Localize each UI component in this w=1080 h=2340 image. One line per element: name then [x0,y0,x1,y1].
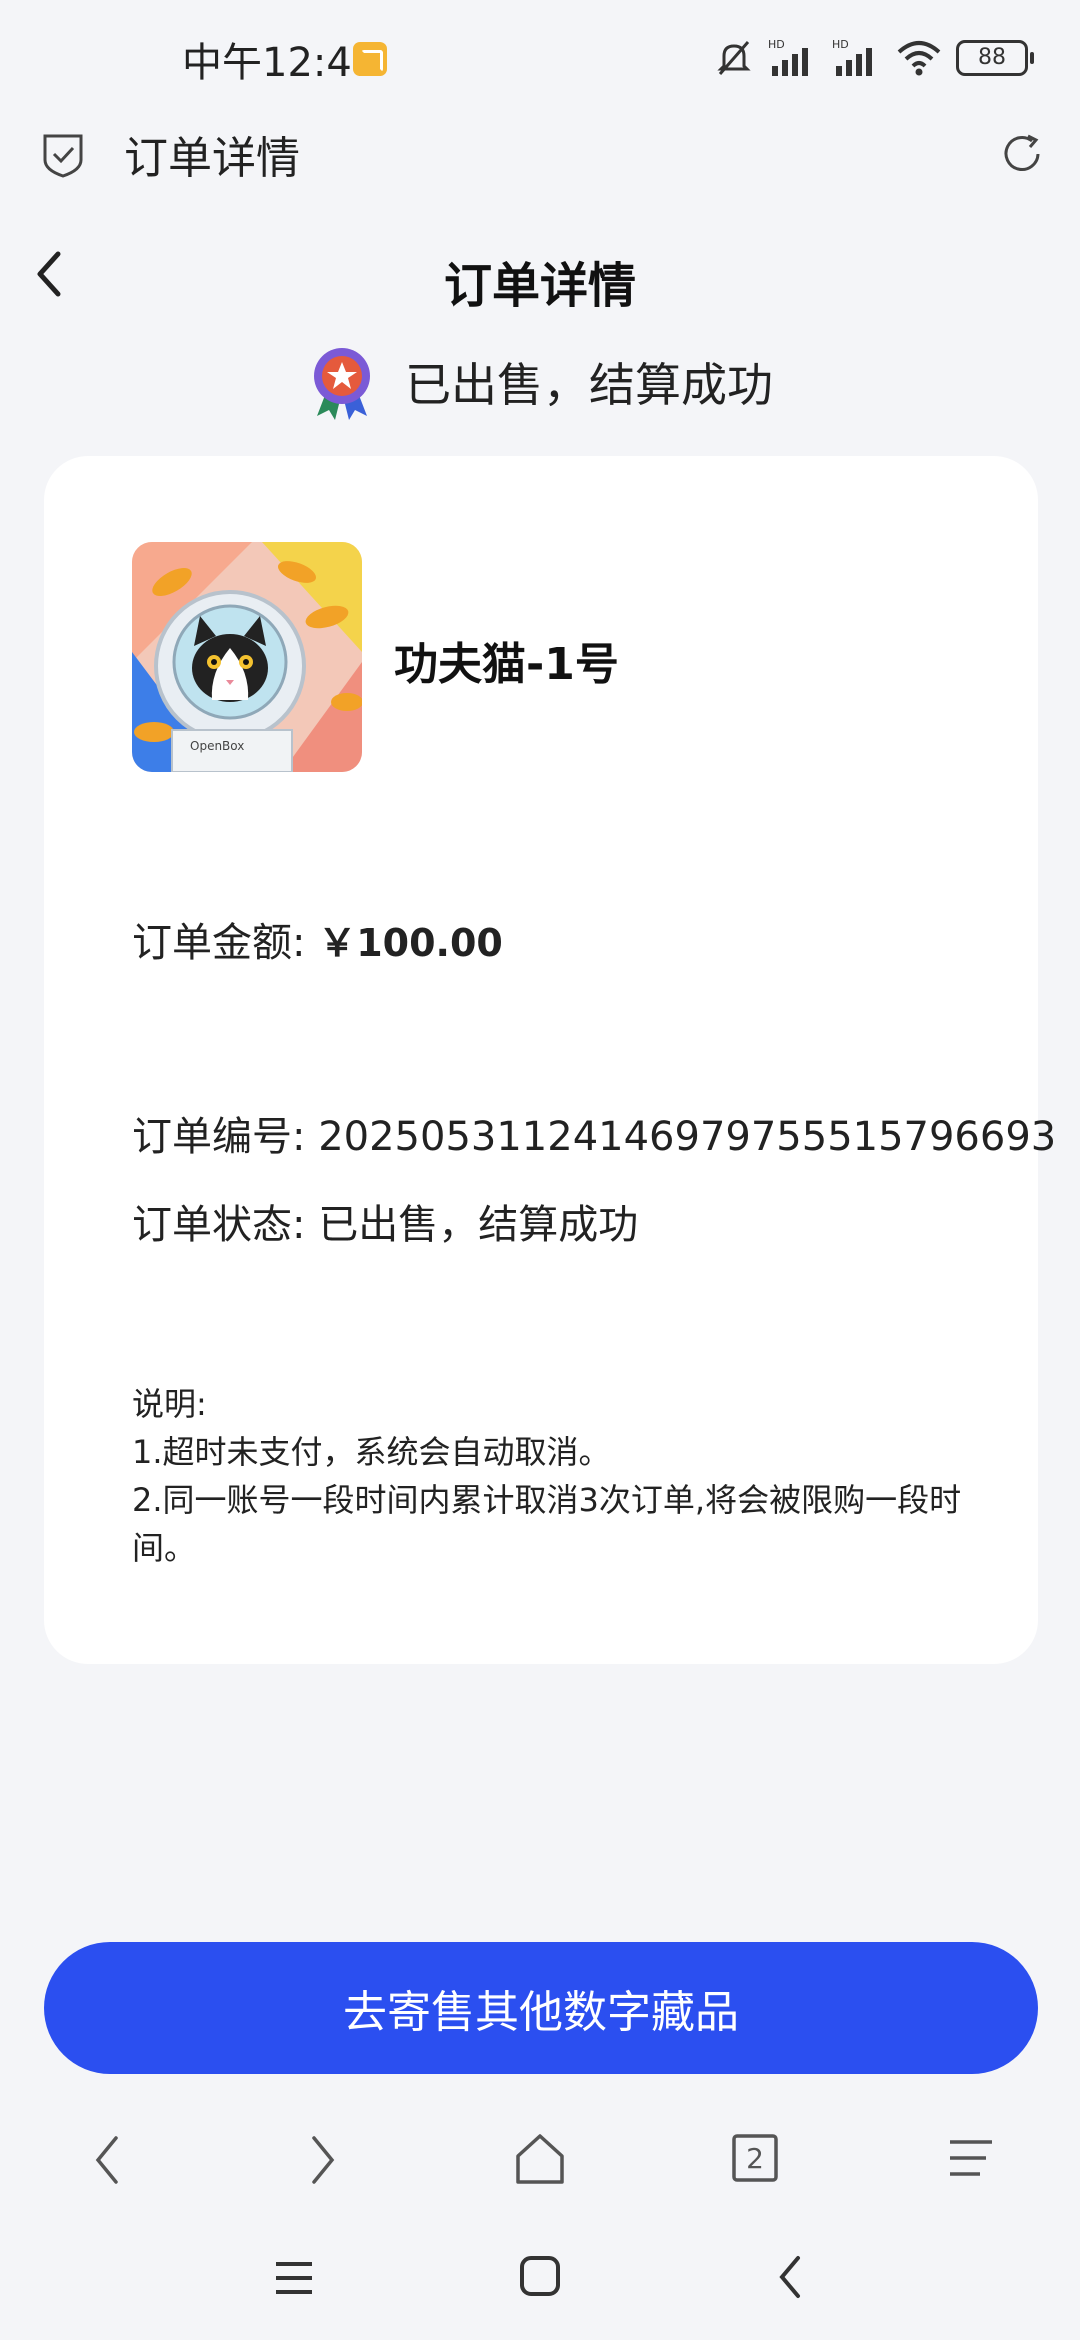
signal-icon-2: HD [832,38,872,76]
order-status-value: 已出售，结算成功 [318,1202,639,1248]
system-nav-bar [0,2230,1080,2330]
notes-title: 说明: [132,1385,207,1423]
system-home-icon[interactable] [518,2254,562,2298]
page-title: 订单详情 [443,258,636,314]
notes-line-2: 2.同一账号一段时间内累计取消3次订单,将会被限购一段时间。 [132,1481,962,1567]
notification-app-icon [353,42,387,76]
order-status-label: 订单状态: [132,1202,306,1248]
order-amount-value: ￥100.00 [318,921,503,965]
notes: 说明: 1.超时未支付，系统会自动取消。 2.同一账号一段时间内累计取消3次订单… [132,1380,972,1572]
order-number-row: 订单编号: 20250531124146979755515796693 [132,1104,1056,1162]
tab-count: 2 [746,2142,764,2175]
wifi-icon [897,41,941,76]
browser-back-icon[interactable] [88,2132,128,2188]
network-label-2: HD [832,38,849,51]
order-amount-label: 订单金额: [132,920,306,966]
order-number-value: 20250531124146979755515796693 [318,1114,1057,1160]
browser-forward-icon[interactable] [302,2132,342,2188]
order-status-row: 订单状态: 已出售，结算成功 [132,1192,638,1250]
notes-line-1: 1.超时未支付，系统会自动取消。 [132,1433,611,1471]
browser-menu-icon[interactable] [946,2134,996,2182]
order-amount-row: 订单金额: ￥100.00 [132,910,503,968]
order-status-banner: 已出售，结算成功 [0,344,1080,431]
product-image[interactable]: OpenBox [132,542,362,772]
browser-nav-bar: 2 [0,2110,1080,2206]
product-name: 功夫猫-1号 [394,639,619,690]
consign-other-collectibles-button[interactable]: 去寄售其他数字藏品 [44,1942,1038,2074]
browser-home-icon[interactable] [512,2130,568,2186]
suit-label: OpenBox [190,739,244,753]
network-label-1: HD [768,38,785,51]
order-status-text: 已出售，结算成功 [405,358,773,412]
status-time: 中午12:47 [182,40,378,86]
mute-bell-icon [717,41,751,75]
battery-indicator: 88 [956,40,1034,76]
order-number-label: 订单编号: [132,1114,306,1160]
status-bar: 中午12:47 HD HD 88 [0,0,1080,110]
medal-icon [314,348,370,420]
status-icons: HD HD 88 [714,36,1034,80]
recent-apps-icon[interactable] [272,2258,316,2298]
signal-icon-1: HD [768,38,808,76]
browser-title: 订单详情 [124,133,300,184]
refresh-icon[interactable] [998,130,1046,178]
tabs-icon[interactable]: 2 [730,2132,780,2184]
system-back-icon[interactable] [772,2252,808,2302]
shield-check-icon[interactable] [40,130,86,180]
